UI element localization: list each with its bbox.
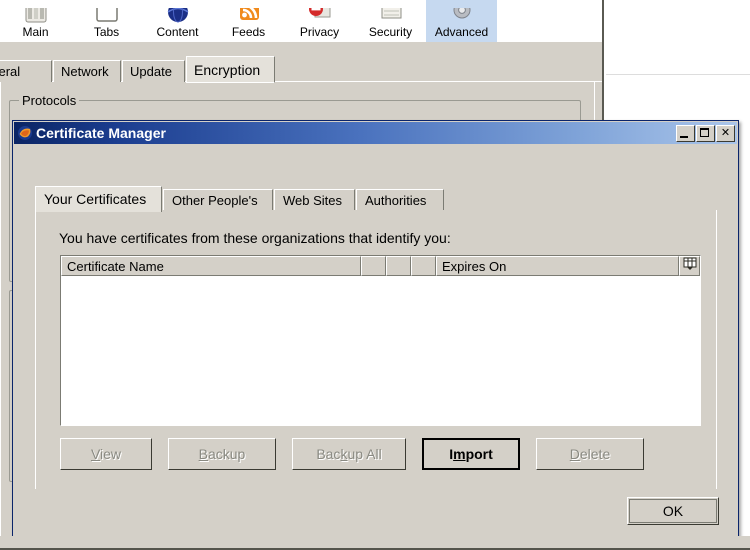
- column-header-blank-3[interactable]: [411, 256, 436, 276]
- tab-web-sites[interactable]: Web Sites: [274, 189, 355, 211]
- options-tool-main[interactable]: Main: [0, 0, 71, 42]
- backup-all-button[interactable]: Backup All: [292, 438, 406, 470]
- close-icon: ✕: [720, 126, 731, 139]
- column-header-label: Expires On: [442, 259, 507, 274]
- options-tool-tabs[interactable]: Tabs: [71, 0, 142, 42]
- dialog-footer: OK: [15, 489, 738, 535]
- delete-button-label: Delete: [569, 446, 611, 462]
- firefox-icon: [17, 125, 33, 141]
- options-tool-security[interactable]: Security: [355, 0, 426, 42]
- column-header-label: Certificate Name: [67, 259, 164, 274]
- ok-button-label: OK: [662, 503, 684, 519]
- your-certificates-panel: You have certificates from these organiz…: [35, 210, 717, 520]
- tab-label: Web Sites: [283, 193, 343, 208]
- pref-tab-network[interactable]: Network: [53, 60, 121, 82]
- maximize-button[interactable]: [696, 124, 715, 142]
- tab-your-certificates[interactable]: Your Certificates: [35, 186, 162, 212]
- ok-button[interactable]: OK: [627, 497, 719, 525]
- options-tool-content[interactable]: Content: [142, 0, 213, 42]
- pref-tab-encryption[interactable]: Encryption: [186, 56, 275, 83]
- options-tool-advanced[interactable]: Advanced: [426, 0, 497, 42]
- options-tool-label: Feeds: [231, 25, 266, 39]
- column-header-blank-1[interactable]: [361, 256, 386, 276]
- options-toolbar: Main Tabs Content Feeds Privacy Security…: [0, 0, 602, 43]
- page-background: [606, 0, 750, 120]
- options-tool-label: Main: [22, 25, 49, 39]
- options-tool-label: Content: [156, 25, 199, 39]
- close-button[interactable]: ✕: [716, 124, 735, 142]
- privacy-block-icon: [307, 8, 333, 24]
- view-button[interactable]: View: [60, 438, 152, 470]
- certificate-list-header: Certificate Name Expires On: [61, 256, 700, 276]
- backup-button-label: Backup: [198, 446, 246, 462]
- tabs-panel-icon: [94, 8, 120, 24]
- certificate-tab-row: Your Certificates Other People's Web Sit…: [35, 186, 717, 212]
- advanced-gear-icon: [449, 8, 475, 24]
- content-globe-icon: [165, 8, 191, 24]
- certificate-manager-dialog: Certificate Manager ✕ Your Certificates …: [12, 120, 739, 538]
- security-panel-icon: [378, 8, 404, 24]
- delete-button[interactable]: Delete: [536, 438, 644, 470]
- import-button-label: Import: [449, 446, 493, 462]
- certificate-actions: View Backup Backup All Import Delete: [60, 438, 701, 472]
- view-button-label: View: [90, 446, 122, 462]
- backup-button[interactable]: Backup: [168, 438, 276, 470]
- protocols-groupbox-title: Protocols: [19, 93, 80, 108]
- tab-label: Your Certificates: [44, 191, 147, 207]
- column-header-blank-2[interactable]: [386, 256, 411, 276]
- column-picker-button[interactable]: [679, 256, 700, 276]
- main-panel-icon: [23, 8, 49, 24]
- options-tool-label: Advanced: [434, 25, 489, 39]
- options-tool-label: Tabs: [93, 25, 120, 39]
- pref-tab-update[interactable]: Update: [122, 60, 185, 82]
- window-bottom-strip: [0, 536, 750, 548]
- dialog-body: Your Certificates Other People's Web Sit…: [14, 144, 738, 536]
- dialog-title: Certificate Manager: [36, 125, 166, 141]
- dialog-titlebar[interactable]: Certificate Manager ✕: [14, 122, 737, 144]
- pref-tab-label: eneral: [0, 64, 21, 79]
- certificate-list-rows[interactable]: [61, 276, 700, 425]
- page-background-rule: [606, 74, 750, 75]
- tab-authorities[interactable]: Authorities: [356, 189, 444, 211]
- advanced-tab-row: eneral Network Update Encryption: [0, 56, 602, 83]
- panel-description: You have certificates from these organiz…: [59, 230, 451, 246]
- options-tool-label: Privacy: [299, 25, 340, 39]
- column-picker-icon: [683, 257, 697, 276]
- tab-label: Authorities: [365, 193, 427, 208]
- options-tool-feeds[interactable]: Feeds: [213, 0, 284, 42]
- pref-tab-label: Update: [130, 64, 172, 79]
- certificate-list[interactable]: Certificate Name Expires On: [60, 255, 701, 426]
- column-header-certificate-name[interactable]: Certificate Name: [61, 256, 361, 276]
- options-tool-label: Security: [368, 25, 413, 39]
- minimize-button[interactable]: [676, 124, 695, 142]
- import-button[interactable]: Import: [422, 438, 520, 470]
- pref-tab-general[interactable]: eneral: [0, 60, 52, 82]
- feeds-rss-icon: [236, 8, 262, 24]
- pref-tab-label: Encryption: [194, 62, 261, 78]
- column-header-expires-on[interactable]: Expires On: [436, 256, 679, 276]
- tab-other-peoples[interactable]: Other People's: [163, 189, 273, 211]
- tab-label: Other People's: [172, 193, 258, 208]
- backup-all-button-label: Backup All: [316, 446, 382, 462]
- pref-tab-label: Network: [61, 64, 109, 79]
- options-tool-privacy[interactable]: Privacy: [284, 0, 355, 42]
- screen: Main Tabs Content Feeds Privacy Security…: [0, 0, 750, 550]
